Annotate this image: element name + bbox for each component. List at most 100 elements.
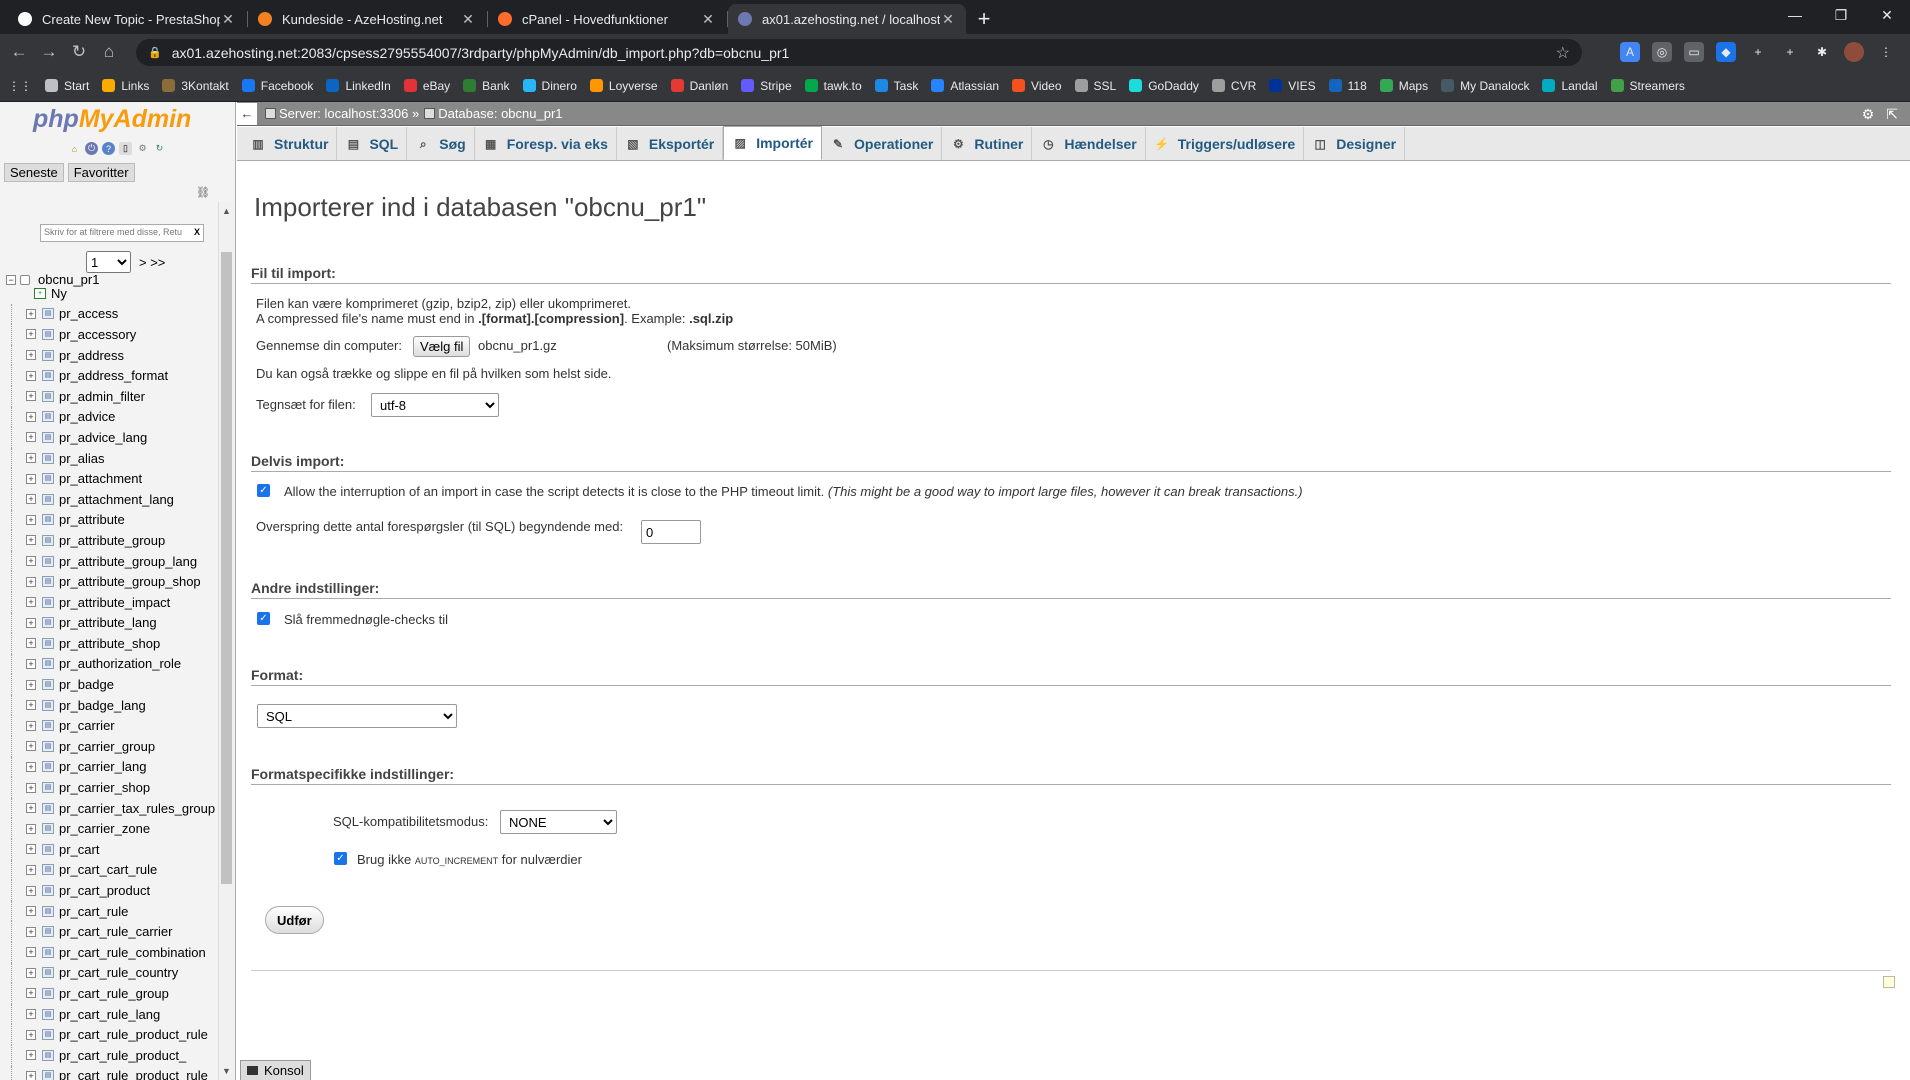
phpmyadmin-logo[interactable]: phpMyAdmin <box>33 105 191 134</box>
allow-interrupt-checkbox[interactable]: ✓ <box>257 484 270 497</box>
sidebar-table-item[interactable]: + ▤ pr_advice <box>0 406 218 428</box>
sidebar-table-item[interactable]: + ▤ pr_cart_rule_product_ <box>0 1044 218 1066</box>
foreign-key-checkbox[interactable]: ✓ <box>257 612 270 625</box>
expand-icon[interactable]: + <box>26 453 36 464</box>
sidebar-table-item[interactable]: + ▤ pr_carrier_zone <box>0 818 218 840</box>
sidebar-table-item[interactable]: + ▤ pr_carrier_shop <box>0 777 218 798</box>
collapse-icon[interactable]: ⇱ <box>1886 106 1898 123</box>
reload-icon[interactable]: ↻ <box>64 42 94 62</box>
bookmark-item[interactable]: Landal <box>1542 79 1598 93</box>
home-icon[interactable]: ⌂ <box>94 42 124 62</box>
back-icon[interactable]: ← <box>4 42 34 62</box>
no-auto-increment-label[interactable]: Brug ikke AUTO_INCREMENT for nulværdier <box>357 852 582 867</box>
forward-icon[interactable]: → <box>34 42 64 62</box>
scroll-up-icon[interactable]: ▲ <box>222 206 231 216</box>
expand-icon[interactable]: + <box>26 391 36 402</box>
bookmark-item[interactable]: CVR <box>1211 79 1256 93</box>
bookmark-item[interactable]: Start <box>45 79 89 93</box>
tab-import[interactable]: ▨ Importér <box>723 126 823 160</box>
profile-avatar[interactable] <box>1844 42 1864 62</box>
docs-icon[interactable]: ▯ <box>119 142 132 155</box>
charset-select[interactable]: utf-8 <box>371 393 499 417</box>
bookmark-item[interactable]: Bank <box>463 79 510 93</box>
recent-tab[interactable]: Seneste <box>4 163 64 182</box>
bookmark-item[interactable]: Video <box>1012 79 1062 93</box>
expand-icon[interactable]: + <box>26 576 36 587</box>
expand-icon[interactable]: + <box>26 967 36 978</box>
expand-icon[interactable]: + <box>26 411 36 422</box>
bookmark-item[interactable]: Links <box>102 79 149 93</box>
screen-extension-icon[interactable]: ▭ <box>1684 42 1704 62</box>
logout-icon[interactable]: ⏻ <box>85 142 98 155</box>
sidebar-table-item[interactable]: + ▤ pr_alias <box>0 447 218 469</box>
tab-wrench[interactable]: ✎ Operationer <box>822 127 943 160</box>
sidebar-table-item[interactable]: + ▤ pr_carrier_group <box>0 736 218 757</box>
sidebar-table-item[interactable]: + ▤ pr_cart_rule_country <box>0 962 218 984</box>
expand-icon[interactable]: + <box>26 761 36 772</box>
browser-tab[interactable]: Create New Topic - PrestaShop F ✕ <box>8 4 248 34</box>
expand-icon[interactable]: + <box>26 308 36 319</box>
bookmark-star-icon[interactable]: ☆ <box>1556 43 1570 63</box>
close-icon[interactable]: ✕ <box>940 11 956 28</box>
expand-icon[interactable]: + <box>26 473 36 484</box>
bookmark-item[interactable]: 3Kontakt <box>162 79 229 93</box>
apps-icon[interactable]: ⋮⋮ <box>8 79 32 93</box>
browser-tab[interactable]: Kundeside - AzeHosting.net ✕ <box>248 4 488 34</box>
browser-tab[interactable]: cPanel - Hovedfunktioner ✕ <box>488 4 728 34</box>
breadcrumb-server[interactable]: Server: localhost:3306 » <box>265 106 419 121</box>
expand-icon[interactable]: + <box>26 844 36 855</box>
skip-queries-input[interactable] <box>641 520 701 544</box>
sidebar-table-item[interactable]: + ▤ pr_authorization_role <box>0 653 218 675</box>
expand-icon[interactable]: + <box>26 535 36 546</box>
bookmark-item[interactable]: GoDaddy <box>1129 79 1199 93</box>
bookmark-item[interactable]: Streamers <box>1610 79 1685 93</box>
sidebar-table-item[interactable]: + ▤ pr_admin_filter <box>0 385 218 407</box>
expand-icon[interactable]: + <box>26 741 36 752</box>
sidebar-table-item[interactable]: + ▤ pr_cart_rule_combination <box>0 942 218 963</box>
close-icon[interactable]: ✕ <box>700 11 716 28</box>
tab-routines[interactable]: ⚙ Rutiner <box>942 127 1033 160</box>
expand-icon[interactable]: + <box>26 947 36 958</box>
tab-clock[interactable]: ◷ Hændelser <box>1032 127 1146 160</box>
browser-menu-icon[interactable]: ⋮ <box>1876 42 1896 62</box>
bookmark-item[interactable]: Maps <box>1379 79 1428 93</box>
bookmark-item[interactable]: Loyverse <box>589 79 658 93</box>
expand-icon[interactable]: + <box>26 926 36 937</box>
bookmark-item[interactable]: Facebook <box>241 79 313 93</box>
expand-icon[interactable]: + <box>26 782 36 793</box>
sql-compat-select[interactable]: NONE <box>500 810 617 834</box>
expand-icon[interactable]: + <box>26 803 36 814</box>
tab-query[interactable]: ▦ Foresp. via eks <box>475 127 617 160</box>
choose-file-button[interactable]: Vælg fil <box>413 336 471 357</box>
expand-icon[interactable]: + <box>26 617 36 628</box>
sidebar-table-item[interactable]: + ▤ pr_badge <box>0 674 218 695</box>
sidebar-table-item[interactable]: + ▤ pr_accessory <box>0 324 218 345</box>
expand-icon[interactable]: + <box>26 514 36 525</box>
close-icon[interactable]: ✕ <box>220 11 236 28</box>
expand-icon[interactable]: + <box>26 638 36 649</box>
plus-extension-icon[interactable]: + <box>1748 42 1768 62</box>
sidebar-table-item[interactable]: + ▤ pr_attachment <box>0 468 218 489</box>
sidebar-scroll-thumb[interactable] <box>221 252 232 884</box>
bookmark-item[interactable]: My Danalock <box>1441 79 1529 93</box>
expand-icon[interactable]: + <box>26 720 36 731</box>
new-tab-button[interactable]: + <box>968 4 1000 34</box>
tab-designer[interactable]: ◫ Designer <box>1304 127 1406 160</box>
sidebar-table-item[interactable]: + ▤ pr_attribute_group <box>0 530 218 551</box>
console-toggle[interactable]: Konsol <box>240 1060 311 1080</box>
restore-icon[interactable]: ❐ <box>1818 0 1864 30</box>
help-icon[interactable]: ? <box>102 142 115 155</box>
expand-icon[interactable]: + <box>26 1050 36 1061</box>
sidebar-table-item[interactable]: + ▤ pr_advice_lang <box>0 427 218 448</box>
sidebar-table-item[interactable]: + ▤ pr_attribute_group_lang <box>0 550 218 572</box>
expand-icon[interactable]: + <box>26 658 36 669</box>
doc-icon[interactable] <box>1883 976 1895 988</box>
bookmark-item[interactable]: Danløn <box>670 79 728 93</box>
tab-triggers[interactable]: ⚡ Triggers/udløsere <box>1146 127 1305 160</box>
allow-interrupt-label[interactable]: Allow the interruption of an import in c… <box>284 484 1303 499</box>
clear-filter-icon[interactable]: X <box>194 227 200 237</box>
sidebar-table-item[interactable]: + ▤ pr_cart_rule <box>0 900 218 922</box>
settings-icon[interactable]: ⚙ <box>1862 106 1875 123</box>
sidebar-table-item[interactable]: + ▤ pr_cart_product <box>0 880 218 901</box>
bookmark-item[interactable]: LinkedIn <box>326 79 391 93</box>
